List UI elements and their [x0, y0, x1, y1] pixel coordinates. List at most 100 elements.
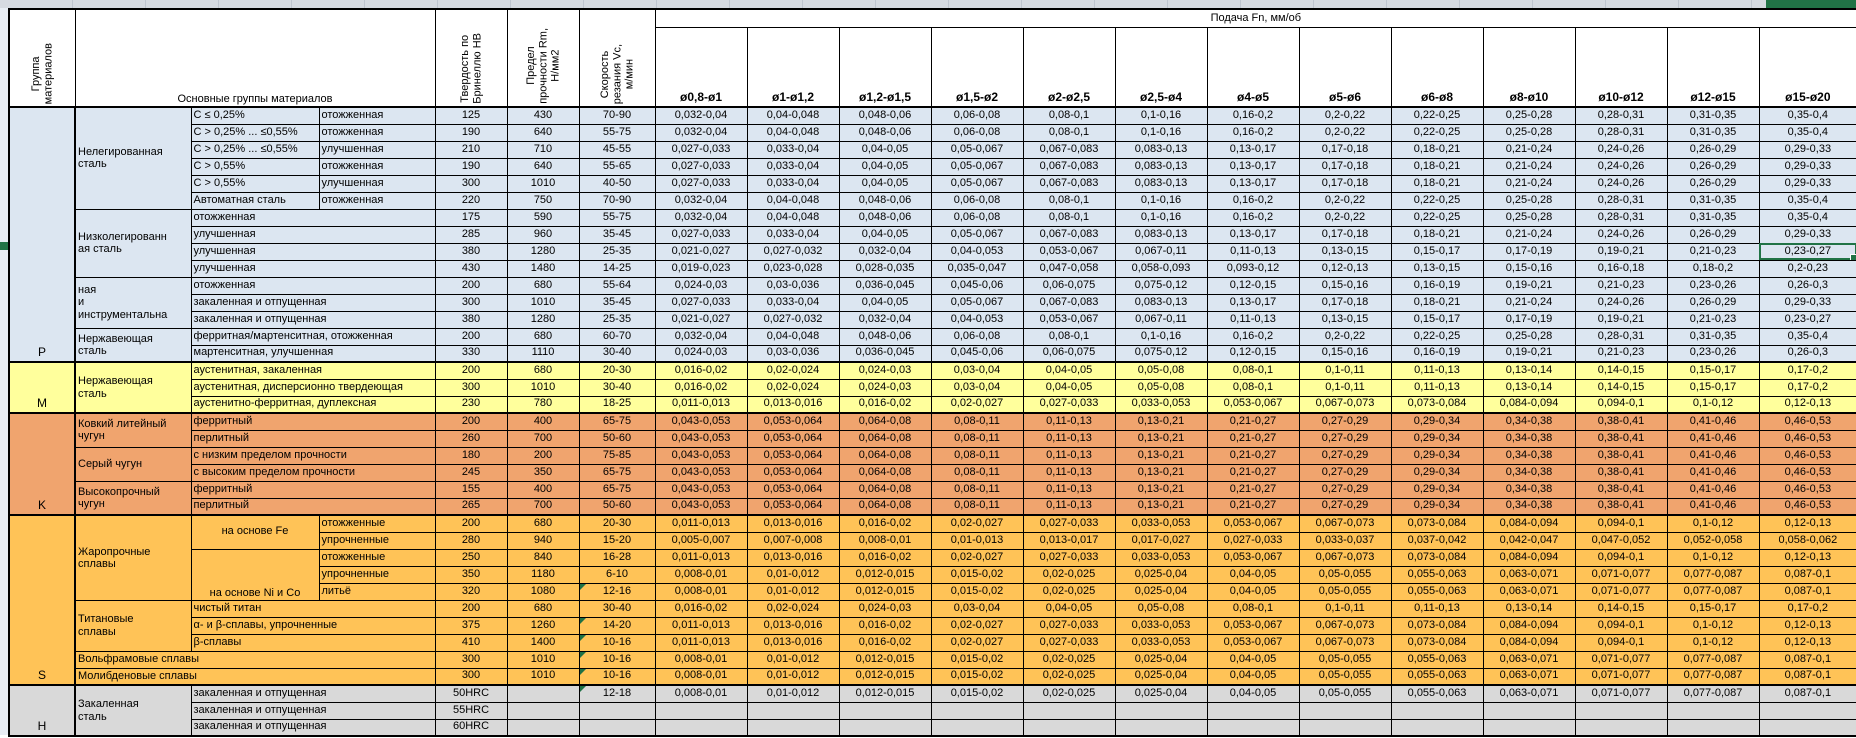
- feed-cell[interactable]: 0,21-0,23: [1575, 277, 1667, 294]
- feed-cell[interactable]: 0,094-0,1: [1575, 549, 1667, 566]
- feed-cell[interactable]: 0,012-0,015: [839, 583, 931, 600]
- feed-cell[interactable]: 0,094-0,1: [1575, 617, 1667, 634]
- feed-cell[interactable]: 0,28-0,31: [1575, 107, 1667, 124]
- feed-cell[interactable]: 0,01-0,013: [931, 532, 1023, 549]
- feed-cell[interactable]: 0,15-0,17: [1667, 600, 1759, 617]
- feed-cell[interactable]: 0,34-0,38: [1483, 413, 1575, 430]
- material-group-cell[interactable]: Молибденовые сплавы: [75, 668, 435, 685]
- feed-cell[interactable]: 0,2-0,23: [1759, 260, 1856, 277]
- hardness-cell[interactable]: 265: [435, 498, 507, 515]
- hardness-cell[interactable]: 175: [435, 209, 507, 226]
- feed-cell[interactable]: 0,053-0,067: [1023, 311, 1115, 328]
- feed-cell[interactable]: 0,05-0,055: [1299, 583, 1391, 600]
- feed-cell[interactable]: 0,21-0,27: [1207, 447, 1299, 464]
- feed-cell[interactable]: 0,042-0,047: [1483, 532, 1575, 549]
- material-condition-cell[interactable]: ферритная/мартенситная, отожженная: [191, 328, 435, 345]
- feed-cell[interactable]: 0,29-0,34: [1391, 430, 1483, 447]
- material-condition-cell[interactable]: улучшенная: [319, 141, 435, 158]
- feed-cell[interactable]: [747, 719, 839, 736]
- feed-cell[interactable]: 0,13-0,21: [1115, 498, 1207, 515]
- hardness-cell[interactable]: 320: [435, 583, 507, 600]
- feed-cell[interactable]: 0,033-0,053: [1115, 549, 1207, 566]
- feed-cell[interactable]: 0,31-0,35: [1667, 192, 1759, 209]
- feed-cell[interactable]: 0,027-0,032: [747, 243, 839, 260]
- strength-cell[interactable]: 590: [507, 209, 579, 226]
- strength-cell[interactable]: 680: [507, 362, 579, 379]
- feed-cell[interactable]: 0,12-0,13: [1299, 260, 1391, 277]
- hardness-cell[interactable]: 230: [435, 396, 507, 413]
- feed-cell[interactable]: 0,053-0,064: [747, 430, 839, 447]
- feed-cell[interactable]: 0,017-0,027: [1115, 532, 1207, 549]
- hardness-cell[interactable]: 300: [435, 668, 507, 685]
- feed-cell[interactable]: 0,41-0,46: [1667, 498, 1759, 515]
- feed-cell[interactable]: 0,25-0,28: [1483, 107, 1575, 124]
- feed-cell[interactable]: 0,073-0,084: [1391, 396, 1483, 413]
- feed-cell[interactable]: 0,12-0,13: [1759, 396, 1856, 413]
- feed-cell[interactable]: 0,02-0,027: [931, 634, 1023, 651]
- strength-cell[interactable]: 700: [507, 498, 579, 515]
- feed-cell[interactable]: 0,17-0,2: [1759, 600, 1856, 617]
- feed-cell[interactable]: 0,08-0,1: [1023, 328, 1115, 345]
- feed-cell[interactable]: 0,11-0,13: [1391, 362, 1483, 379]
- feed-cell[interactable]: 0,26-0,3: [1759, 277, 1856, 294]
- feed-cell[interactable]: 0,11-0,13: [1023, 464, 1115, 481]
- feed-cell[interactable]: 0,21-0,23: [1667, 243, 1759, 260]
- feed-cell[interactable]: 0,043-0,053: [655, 413, 747, 430]
- feed-cell[interactable]: 0,007-0,008: [747, 532, 839, 549]
- header-diameter-8-10[interactable]: ø8-ø10: [1483, 27, 1575, 107]
- header-main-groups[interactable]: Основные группы материалов: [75, 9, 435, 107]
- material-condition-cell[interactable]: закаленная и отпущенная: [191, 702, 435, 719]
- feed-cell[interactable]: 0,21-0,24: [1483, 175, 1575, 192]
- material-condition-cell[interactable]: улучшенная: [191, 243, 435, 260]
- feed-cell[interactable]: 0,08-0,1: [1023, 209, 1115, 226]
- feed-cell[interactable]: 0,024-0,03: [839, 362, 931, 379]
- feed-cell[interactable]: 0,027-0,033: [655, 141, 747, 158]
- feed-cell[interactable]: 0,03-0,04: [931, 362, 1023, 379]
- hardness-cell[interactable]: 300: [435, 379, 507, 396]
- cutting-speed-cell[interactable]: 20-30: [579, 515, 655, 532]
- feed-cell[interactable]: 0,26-0,29: [1667, 294, 1759, 311]
- feed-cell[interactable]: 0,21-0,27: [1207, 498, 1299, 515]
- hardness-cell[interactable]: 50HRC: [435, 685, 507, 702]
- feed-cell[interactable]: 0,2-0,22: [1299, 107, 1391, 124]
- feed-cell[interactable]: 0,058-0,093: [1115, 260, 1207, 277]
- feed-cell[interactable]: 0,067-0,073: [1299, 549, 1391, 566]
- feed-cell[interactable]: 0,093-0,12: [1207, 260, 1299, 277]
- feed-cell[interactable]: 0,048-0,06: [839, 209, 931, 226]
- feed-cell[interactable]: 0,063-0,071: [1483, 685, 1575, 702]
- feed-cell[interactable]: 0,06-0,08: [931, 192, 1023, 209]
- cutting-speed-cell[interactable]: 60-70: [579, 328, 655, 345]
- header-feed-band[interactable]: Подача Fn, мм/об: [655, 9, 1856, 27]
- feed-cell[interactable]: 0,16-0,18: [1575, 260, 1667, 277]
- feed-cell[interactable]: 0,05-0,067: [931, 226, 1023, 243]
- material-condition-cell[interactable]: отожженная: [319, 158, 435, 175]
- feed-cell[interactable]: 0,01-0,012: [747, 668, 839, 685]
- feed-cell[interactable]: 0,013-0,016: [747, 549, 839, 566]
- feed-cell[interactable]: 0,008-0,01: [655, 651, 747, 668]
- feed-cell[interactable]: 0,46-0,53: [1759, 430, 1856, 447]
- feed-cell[interactable]: 0,012-0,015: [839, 566, 931, 583]
- feed-cell[interactable]: 0,027-0,033: [1207, 532, 1299, 549]
- feed-cell[interactable]: 0,11-0,13: [1207, 243, 1299, 260]
- feed-cell[interactable]: 0,015-0,02: [931, 583, 1023, 600]
- feed-cell[interactable]: 0,28-0,31: [1575, 209, 1667, 226]
- material-subtype-cell[interactable]: C > 0,55%: [191, 158, 319, 175]
- feed-cell[interactable]: 0,04-0,05: [839, 226, 931, 243]
- feed-cell[interactable]: [655, 719, 747, 736]
- strength-cell[interactable]: 1010: [507, 175, 579, 192]
- feed-cell[interactable]: 0,032-0,04: [655, 328, 747, 345]
- feed-cell[interactable]: 0,15-0,17: [1391, 243, 1483, 260]
- feed-cell[interactable]: 0,02-0,025: [1023, 668, 1115, 685]
- hardness-cell[interactable]: 200: [435, 277, 507, 294]
- group-letter-cell[interactable]: K: [9, 413, 75, 515]
- feed-cell[interactable]: 0,032-0,04: [839, 243, 931, 260]
- feed-cell[interactable]: 0,032-0,04: [655, 192, 747, 209]
- material-group-cell[interactable]: Нержавеющая сталь: [75, 328, 191, 362]
- feed-cell[interactable]: 0,34-0,38: [1483, 498, 1575, 515]
- material-subtype-cell[interactable]: C > 0,55%: [191, 175, 319, 192]
- feed-cell[interactable]: 0,08-0,11: [931, 447, 1023, 464]
- material-subtype-cell[interactable]: C > 0,25% ... ≤0,55%: [191, 124, 319, 141]
- feed-cell[interactable]: 0,18-0,2: [1667, 260, 1759, 277]
- feed-cell[interactable]: 0,02-0,027: [931, 549, 1023, 566]
- feed-cell[interactable]: 0,032-0,04: [655, 209, 747, 226]
